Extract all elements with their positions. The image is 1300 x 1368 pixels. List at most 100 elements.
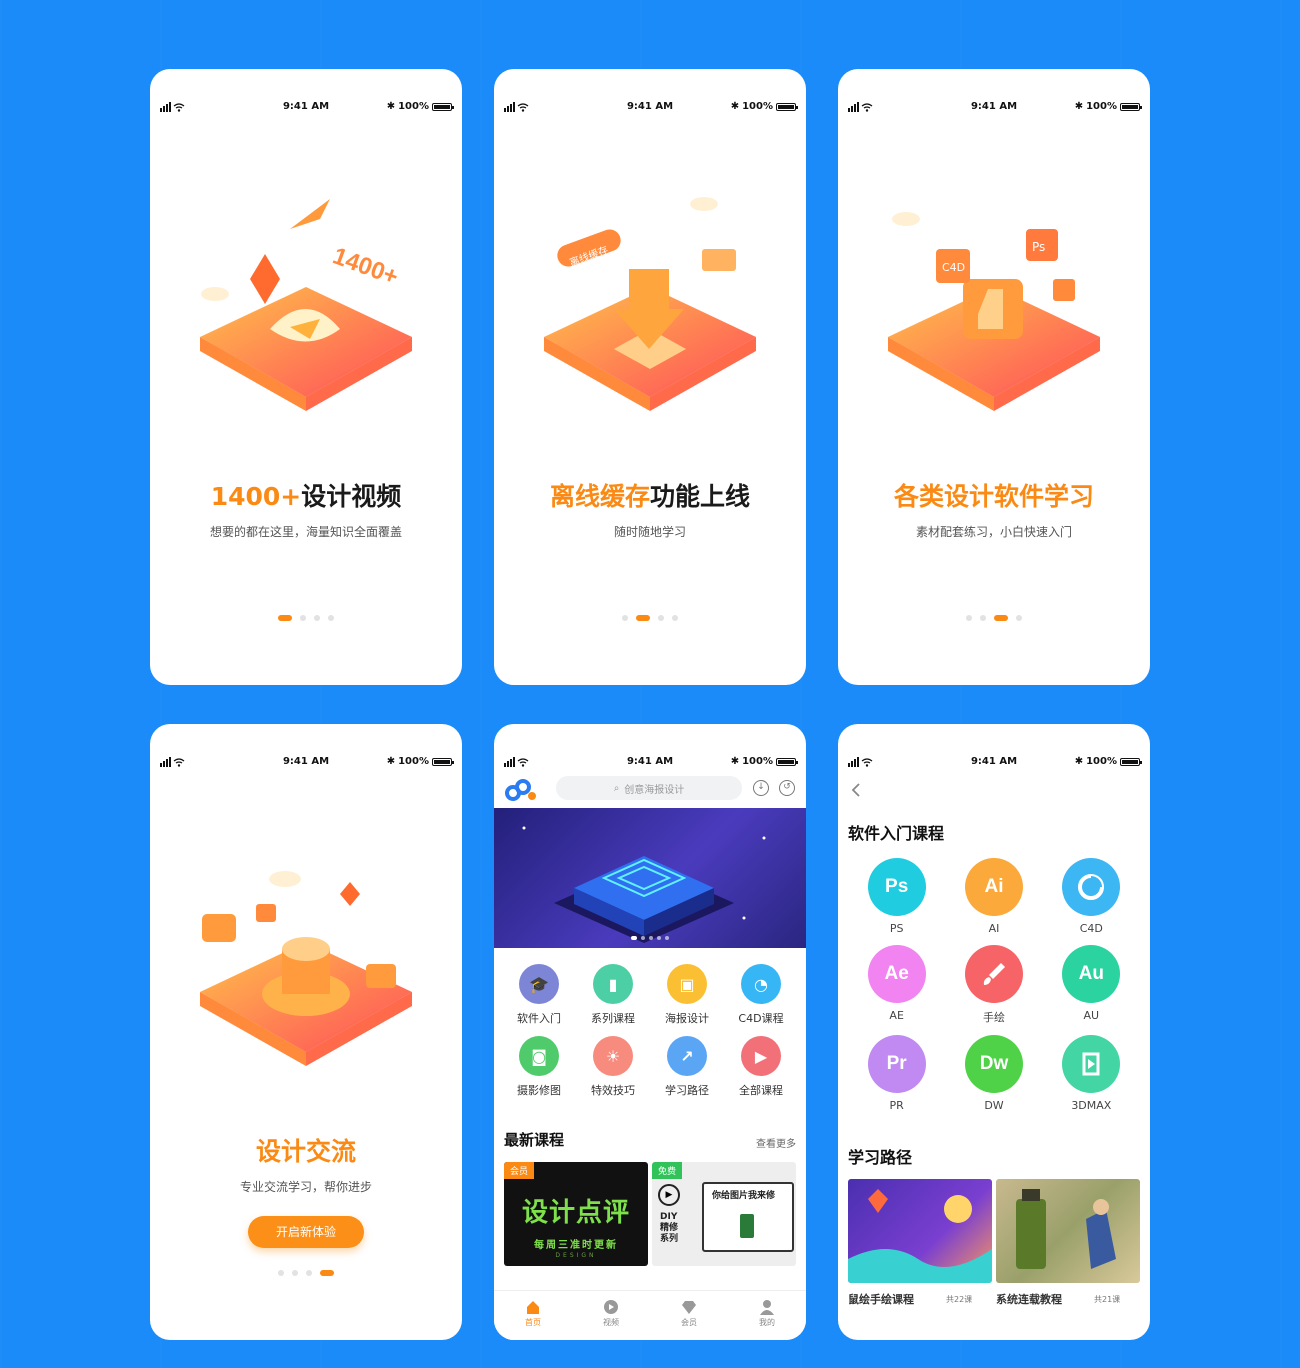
status-bar: 9:41 AM ✱ 100% <box>494 100 806 114</box>
page-indicator[interactable] <box>838 615 1150 621</box>
page-indicator[interactable] <box>494 615 806 621</box>
headline-accent: 1400+ <box>210 482 302 511</box>
page-dot[interactable] <box>658 615 664 621</box>
bottom-tab-bar: 首页 视频 会员 我的 <box>494 1290 806 1340</box>
course-item-c4d[interactable]: C4D <box>1043 858 1140 935</box>
headline-accent: 设计交流 <box>255 1137 356 1166</box>
card-headline: 你给图片我来修 <box>712 1191 776 1201</box>
category-item[interactable]: ◙ 摄影修图 <box>502 1036 576 1098</box>
battery-icon <box>432 102 454 111</box>
course-card-review[interactable]: 设计点评 每周三准时更新 DESIGN 会员 <box>504 1162 648 1266</box>
page-dot[interactable] <box>320 1270 334 1276</box>
page-dot[interactable] <box>292 1270 298 1276</box>
tab-label: 视频 <box>603 1318 619 1327</box>
video-icon <box>604 1300 618 1314</box>
battery-indicator: ✱ 100% <box>731 756 798 767</box>
bluetooth-icon: ✱ <box>386 101 396 112</box>
category-item[interactable]: ▶ 全部课程 <box>724 1036 798 1098</box>
page-dot[interactable] <box>314 615 320 621</box>
illustration-caption: C4D <box>942 261 965 274</box>
tab-user[interactable]: 我的 <box>728 1291 806 1340</box>
category-item[interactable]: 🎓 软件入门 <box>502 964 576 1026</box>
path-card-series[interactable] <box>996 1179 1140 1283</box>
page-dot[interactable] <box>328 615 334 621</box>
category-item[interactable]: ↗ 学习路径 <box>650 1036 724 1098</box>
start-experience-button[interactable]: 开启新体验 <box>248 1216 364 1248</box>
offline-cache-illustration: 离线缓存 <box>544 197 756 411</box>
category-item[interactable]: ◔ C4D课程 <box>724 964 798 1026</box>
category-item[interactable]: ▮ 系列课程 <box>576 964 650 1026</box>
category-item[interactable]: ▣ 海报设计 <box>650 964 724 1026</box>
path-card-drawing[interactable] <box>848 1179 992 1283</box>
page-dot[interactable] <box>306 1270 312 1276</box>
status-bar: 9:41 AM ✱ 100% <box>150 755 462 769</box>
headline-accent: 离线缓存 <box>549 482 650 511</box>
see-more-link[interactable]: 查看更多 <box>756 1135 796 1150</box>
battery-indicator: ✱ 100% <box>1074 756 1142 767</box>
course-item-pr[interactable]: Pr PR <box>848 1035 945 1112</box>
page-dot[interactable] <box>636 615 650 621</box>
banner-indicator[interactable] <box>494 936 806 940</box>
battery-percent: 100% <box>398 101 429 112</box>
battery-icon <box>432 757 454 766</box>
bluetooth-icon: ✱ <box>1074 101 1084 112</box>
diamond-icon <box>682 1301 696 1314</box>
battery-percent: 100% <box>1086 756 1117 767</box>
page-dot[interactable] <box>966 615 972 621</box>
graduation-cap-icon: 🎓 <box>519 964 559 1004</box>
battery-percent: 100% <box>742 101 773 112</box>
software-course-grid: Ps PS Ai AI C4D Ae AE 手绘 Au AU Pr PR Dw DW 3DMAX <box>848 858 1140 1112</box>
tab-label: 我的 <box>759 1318 775 1327</box>
hero-banner[interactable] <box>494 808 806 948</box>
battery-icon <box>1120 757 1142 766</box>
courses-title: 软件入门课程 <box>848 824 945 843</box>
card-tag: DESIGN <box>555 1252 597 1259</box>
course-item-dw[interactable]: Dw DW <box>945 1035 1042 1112</box>
page-indicator[interactable] <box>150 615 462 621</box>
page-dot[interactable] <box>622 615 628 621</box>
status-bar: 9:41 AM ✱ 100% <box>150 100 462 114</box>
back-arrow-icon[interactable] <box>848 782 864 798</box>
page-dot[interactable] <box>278 1270 284 1276</box>
category-label: 摄影修图 <box>517 1084 561 1097</box>
card-side-text: DIY 精修 系列 <box>660 1212 679 1244</box>
battery-percent: 100% <box>398 756 429 767</box>
home-screen: 9:41 AM ✱ 100% ⌕ 创意海报设计 ↓ ↺ 🎓 软件入门 ▮ 系列课程 ▣ 海报设… <box>494 724 806 1340</box>
history-icon[interactable]: ↺ <box>779 780 795 796</box>
bluetooth-icon: ✱ <box>1074 756 1084 767</box>
app-logo-icon[interactable] <box>504 779 538 801</box>
course-item-手绘[interactable]: 手绘 <box>945 945 1042 1025</box>
brush-icon <box>983 963 1005 985</box>
page-dot[interactable] <box>980 615 986 621</box>
course-label: PR <box>889 1099 904 1112</box>
course-item-ai[interactable]: Ai AI <box>945 858 1042 935</box>
download-icon[interactable]: ↓ <box>753 780 769 796</box>
course-label: AU <box>1083 1009 1100 1022</box>
course-item-ae[interactable]: Ae AE <box>848 945 945 1025</box>
page-dot[interactable] <box>1016 615 1022 621</box>
course-item-ps[interactable]: Ps PS <box>848 858 945 935</box>
course-item-au[interactable]: Au AU <box>1043 945 1140 1025</box>
banner-illustration <box>522 826 766 943</box>
tab-home[interactable]: 首页 <box>494 1291 572 1340</box>
page-dot[interactable] <box>994 615 1008 621</box>
page-dot[interactable] <box>672 615 678 621</box>
bluetooth-icon: ✱ <box>730 101 740 112</box>
onboarding-screen-3: 9:41 AM ✱ 100% C4D Ps 各类设计软件学习 素材配套练习，小白快… <box>838 69 1150 685</box>
page-dot[interactable] <box>300 615 306 621</box>
ae-icon: Ae <box>867 945 926 1003</box>
course-item-3dmax[interactable]: 3DMAX <box>1043 1035 1140 1112</box>
category-item[interactable]: ☀ 特效技巧 <box>576 1036 650 1098</box>
c4d-icon <box>1078 874 1105 900</box>
page-indicator[interactable] <box>150 1270 462 1276</box>
ps-icon: Ps <box>867 858 926 916</box>
tab-diamond[interactable]: 会员 <box>650 1291 728 1340</box>
category-label: 学习路径 <box>665 1084 709 1097</box>
category-label: 软件入门 <box>517 1012 561 1025</box>
search-placeholder: 创意海报设计 <box>624 784 685 796</box>
search-bar[interactable]: ⌕ 创意海报设计 <box>556 776 742 800</box>
tab-video[interactable]: 视频 <box>572 1291 650 1340</box>
page-dot[interactable] <box>278 615 292 621</box>
onboarding-screen-1: 9:41 AM ✱ 100% 1400+ 1400+设计视频 想要的都在这里，海量… <box>150 69 462 685</box>
course-card-retouch[interactable]: 免费 ▶ DIY 精修 系列 你给图片我来修 <box>652 1162 796 1266</box>
